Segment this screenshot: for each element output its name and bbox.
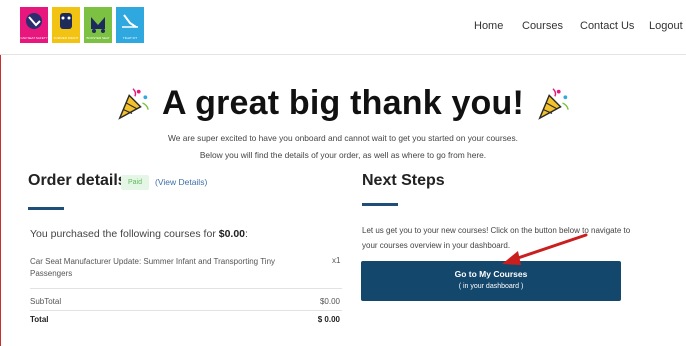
purchase-summary-suffix: : — [245, 228, 248, 240]
button-label: Go to My Courses — [454, 269, 528, 279]
purchase-summary: You purchased the following courses for … — [30, 228, 248, 240]
hero-subtitle-2: Below you will find the details of your … — [199, 150, 487, 160]
purchase-amount: $0.00 — [218, 228, 246, 240]
car-seat-logo[interactable]: CAR SEAT SAFETY — [20, 7, 48, 43]
total-label: Total — [30, 315, 49, 324]
logo-caption: TIGHT FIT — [122, 36, 138, 40]
next-steps-heading: Next Steps — [362, 172, 445, 189]
nav-home[interactable]: Home — [474, 20, 503, 32]
heading-underline — [28, 207, 64, 210]
divider — [30, 288, 342, 289]
nav-courses[interactable]: Courses — [522, 20, 563, 32]
party-popper-icon — [538, 88, 570, 120]
nav-logout[interactable]: Logout — [649, 20, 683, 32]
party-popper-icon — [117, 88, 149, 120]
purchase-summary-text: You purchased the following courses for — [30, 228, 219, 240]
nav-contact-us[interactable]: Contact Us — [580, 20, 634, 32]
subtotal-label: SubTotal — [30, 297, 62, 306]
order-details-heading: Order details — [28, 172, 127, 189]
subtotal-value: $0.00 — [319, 297, 340, 306]
site-header: CAR SEAT SAFETY SUMMER INFANT BOOSTER SE… — [0, 0, 686, 55]
logo-caption: SUMMER INFANT — [53, 36, 79, 40]
status-badge: Paid — [121, 175, 149, 190]
hero-heading: A great big thank you! — [0, 83, 686, 123]
logo-caption: CAR SEAT SAFETY — [20, 36, 48, 40]
divider — [30, 310, 342, 311]
hero-subtitle-1: We are super excited to have you onboard… — [168, 133, 518, 143]
harness-logo[interactable]: TIGHT FIT — [116, 7, 144, 43]
logo-caption: BOOSTER SEAT — [86, 36, 110, 40]
total-value: $ 0.00 — [317, 315, 340, 324]
button-sublabel: ( in your dashboard ) — [458, 283, 524, 290]
view-details-link[interactable]: (View Details) — [155, 177, 207, 187]
page-title: A great big thank you! — [161, 84, 525, 122]
course-name: Car Seat Manufacturer Update: Summer Inf… — [30, 257, 276, 278]
mascot-logo[interactable]: SUMMER INFANT — [52, 7, 80, 43]
course-quantity: x1 — [332, 256, 341, 265]
heading-underline — [362, 203, 398, 206]
stroller-logo[interactable]: BOOSTER SEAT — [84, 7, 112, 43]
red-arrow-icon — [502, 233, 588, 265]
next-steps-text: Let us get you to your new courses! Clic… — [362, 226, 631, 250]
